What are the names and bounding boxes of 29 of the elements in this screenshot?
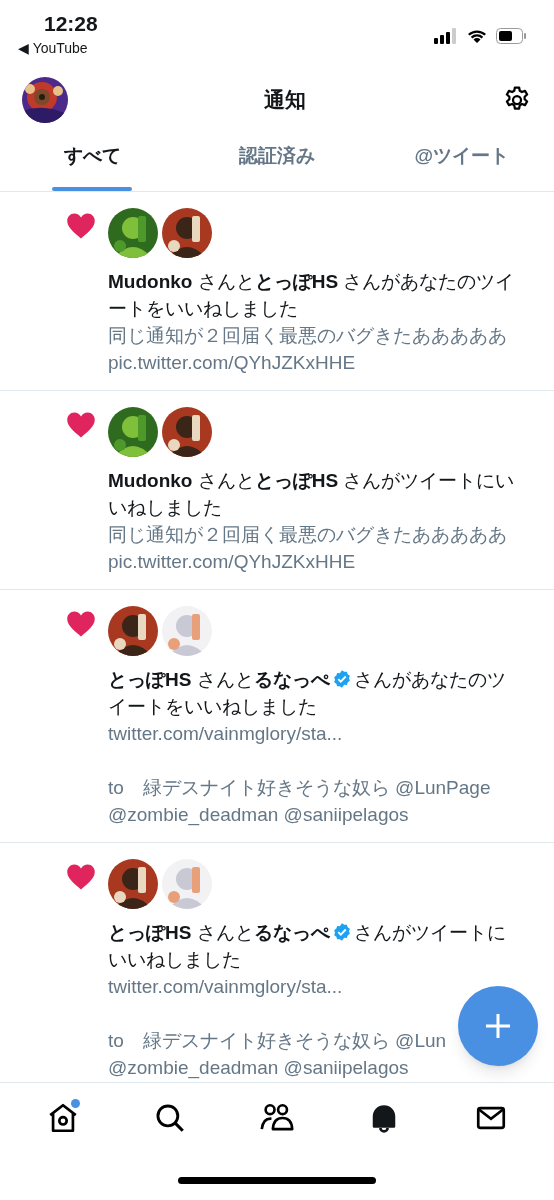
tweet-preview-line: 同じ通知が２回届く最悪のバグきたあああああ — [108, 324, 508, 348]
tweet-preview-line: @zombie_deadman @saniipelagos — [108, 1056, 410, 1081]
home-indicator[interactable] — [178, 1176, 376, 1184]
tab[interactable]: @ツイート — [369, 130, 554, 191]
wifi-icon — [466, 28, 488, 44]
tweet-preview-line: to 緑デスナイト好きそうな奴ら @Lun — [108, 1029, 448, 1053]
heart-icon — [66, 212, 96, 240]
tab[interactable]: すべて — [0, 130, 185, 191]
signal-icon — [434, 28, 458, 44]
status-time: 12:28 — [44, 11, 98, 37]
notification-message: とっぽHS さんと るなっぺ さんがあなたのツイートをいいねしました — [108, 668, 507, 719]
back-link[interactable]: ◀ YouTube — [18, 38, 98, 58]
tweet-preview-line: to 緑デスナイト好きそうな奴ら @LunPage — [108, 776, 492, 800]
tab[interactable]: 認証済み — [184, 130, 370, 191]
heart-icon — [66, 863, 96, 891]
tweet-preview-line: 同じ通知が２回届く最悪のバグきたあああああ — [108, 523, 508, 547]
battery-icon — [496, 28, 526, 44]
heart-icon — [66, 411, 96, 439]
tweet-preview-line: pic.twitter.com/QYhJZKxHHE — [108, 351, 357, 375]
notification-message: とっぽHS さんと るなっぺ さんがツイートにいいねしました — [108, 921, 507, 972]
tweet-preview-line: twitter.com/vainmglory/sta... — [108, 722, 344, 746]
page-title: 通知 — [264, 87, 306, 114]
notification-message: Mudonko さんと とっぽHS さんがツイートにいいねしました — [108, 469, 516, 520]
tweet-preview-line: pic.twitter.com/QYhJZKxHHE — [108, 550, 357, 574]
tweet-preview-line: @zombie_deadman @saniipelagos — [108, 803, 410, 828]
notification-message: Mudonko さんと とっぽHS さんがあなたのツイートをいいねしました — [108, 270, 516, 321]
plus-icon — [484, 1012, 512, 1040]
tweet-preview-line: twitter.com/vainmglory/sta... — [108, 975, 344, 999]
heart-icon — [66, 610, 96, 638]
